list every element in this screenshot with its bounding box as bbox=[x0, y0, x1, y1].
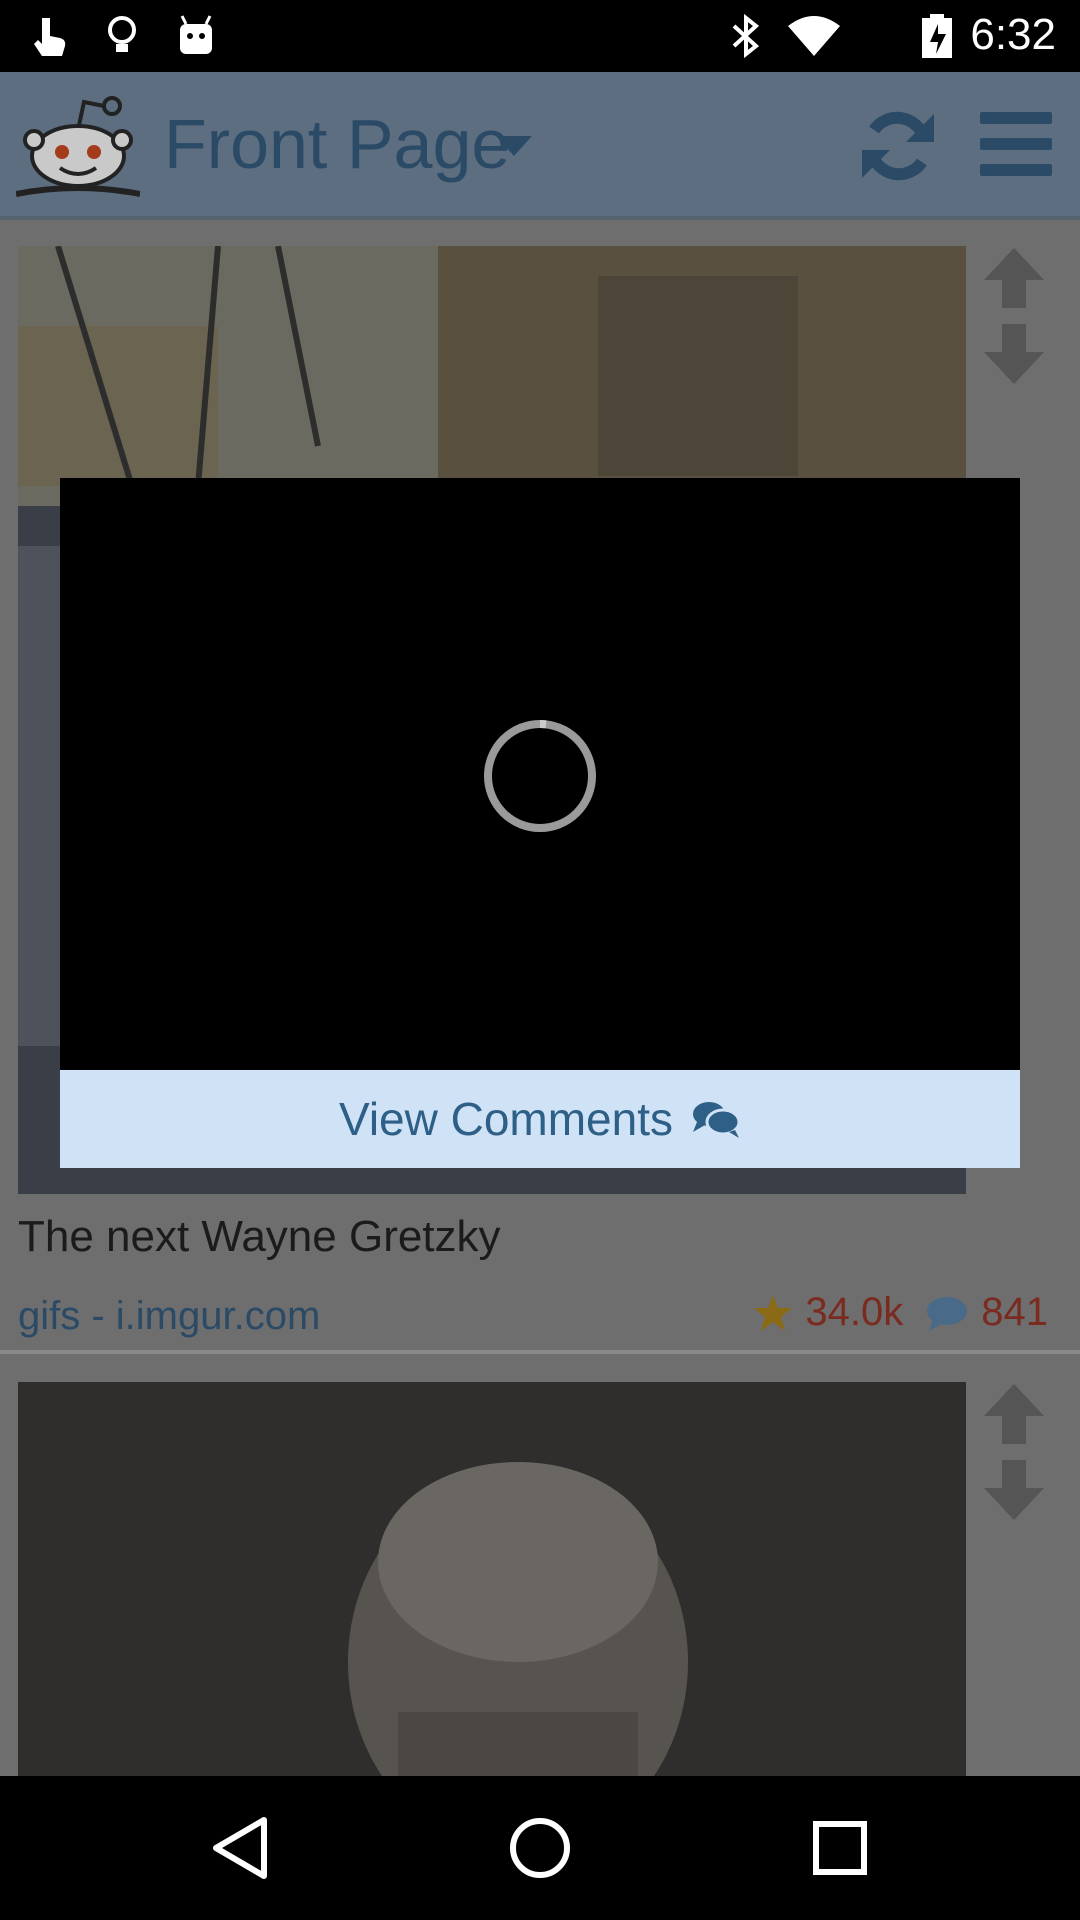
reddit-alien-logo[interactable] bbox=[16, 94, 140, 198]
recents-icon[interactable] bbox=[804, 1812, 876, 1884]
post-score: 34.0k bbox=[805, 1290, 904, 1334]
back-icon[interactable] bbox=[206, 1812, 278, 1884]
upvote-arrow-icon[interactable] bbox=[982, 246, 1046, 310]
star-icon bbox=[754, 1294, 793, 1331]
home-icon[interactable] bbox=[504, 1812, 576, 1884]
post-stats: 34.0k 841 bbox=[753, 1290, 1048, 1335]
post-divider bbox=[0, 1350, 1080, 1354]
downvote-arrow-icon[interactable] bbox=[982, 322, 1046, 386]
app-header: Front Page bbox=[0, 72, 1080, 220]
lightbulb-icon bbox=[108, 16, 136, 52]
menu-icon[interactable] bbox=[980, 112, 1052, 176]
post-thumbnail[interactable] bbox=[18, 1382, 966, 1776]
chevron-down-icon[interactable] bbox=[496, 136, 532, 156]
view-comments-label: View Comments bbox=[338, 1093, 674, 1145]
wifi-icon bbox=[788, 16, 840, 56]
loading-spinner-icon bbox=[484, 720, 596, 832]
touch-icon bbox=[34, 18, 66, 56]
downvote-arrow-icon[interactable] bbox=[982, 1458, 1046, 1522]
comments-icon bbox=[693, 1102, 741, 1138]
post-source[interactable]: gifs - i.imgur.com bbox=[18, 1294, 320, 1339]
clock: 6:32 bbox=[970, 10, 1056, 59]
battery-charging-icon bbox=[922, 14, 952, 58]
bluetooth-icon bbox=[732, 14, 760, 58]
comment-bubble-icon bbox=[927, 1296, 968, 1331]
media-preview-dialog[interactable]: View Comments bbox=[60, 478, 1020, 1168]
android-icon bbox=[180, 15, 212, 54]
status-bar: 6:32 bbox=[0, 0, 1080, 72]
view-comments-button[interactable]: View Comments bbox=[60, 1070, 1020, 1168]
post-title[interactable]: The next Wayne Gretzky bbox=[18, 1212, 501, 1262]
navigation-bar bbox=[0, 1776, 1080, 1920]
refresh-icon[interactable] bbox=[860, 108, 936, 184]
page-title[interactable]: Front Page bbox=[164, 104, 510, 184]
upvote-arrow-icon[interactable] bbox=[982, 1382, 1046, 1446]
post-comment-count[interactable]: 841 bbox=[981, 1290, 1048, 1335]
